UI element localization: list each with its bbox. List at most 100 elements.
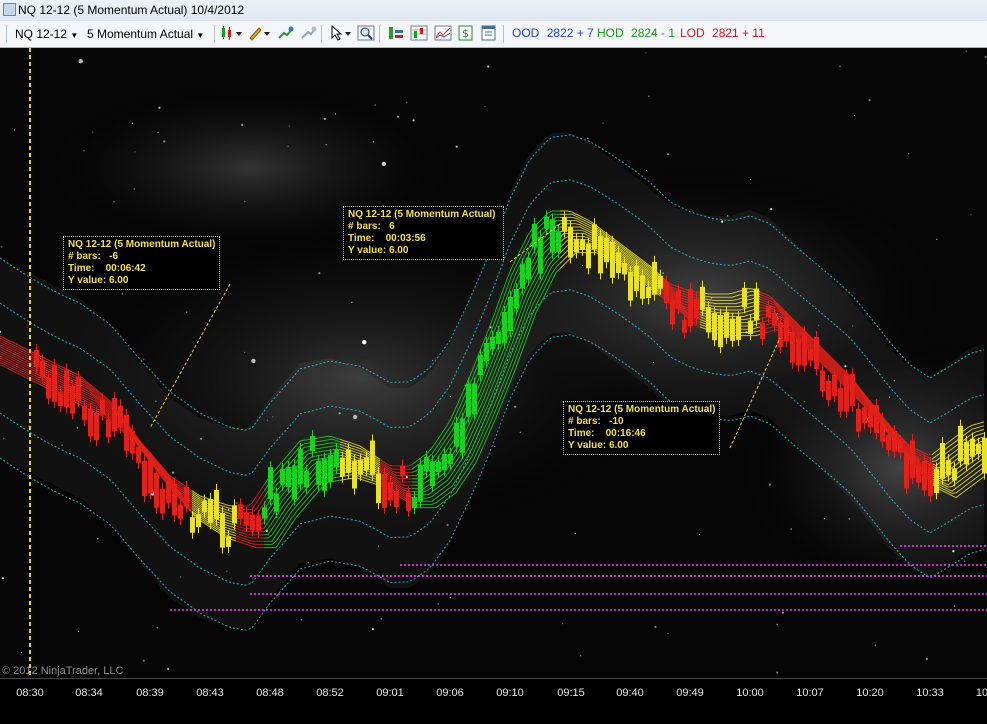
candle-body: [364, 457, 369, 471]
star: [371, 628, 374, 631]
star: [134, 151, 136, 153]
candle-body: [730, 318, 735, 341]
price-chart-panel[interactable]: [0, 48, 987, 678]
callout-y-value: 6.00: [388, 245, 409, 256]
time-tick: 10:00: [736, 687, 764, 699]
time-tick: 09:49: [676, 687, 704, 699]
star: [300, 619, 302, 621]
star: [645, 169, 648, 171]
time-tick: 10: [975, 687, 987, 699]
candle-body: [862, 407, 867, 424]
candle-body: [946, 460, 951, 476]
star: [20, 651, 22, 654]
star: [698, 533, 701, 535]
time-axis[interactable]: 08:30 08:34 08:39 08:43 08:48 08:52 09:0…: [0, 678, 987, 724]
callout-bars-value: -10: [609, 416, 624, 427]
draw-tool-button[interactable]: [246, 24, 272, 45]
draw-pencil-icon: [249, 27, 270, 41]
star: [874, 644, 876, 646]
callout-y-label: Y value:: [348, 245, 387, 256]
measure-callout-1[interactable]: NQ 12-12 (5 Momentum Actual) # bars: -6 …: [63, 236, 221, 290]
instrument-selector[interactable]: NQ 12-12 ▼: [14, 24, 79, 45]
candle-body: [970, 438, 975, 457]
candle-body: [922, 461, 927, 491]
lod-label: LOD: [680, 26, 705, 40]
strategies-button[interactable]: [298, 24, 318, 45]
star: [157, 131, 159, 133]
chevron-down-icon: ▼: [196, 31, 205, 40]
candle-body: [832, 375, 837, 397]
time-tick: 08:43: [196, 687, 224, 699]
time-tick: 09:06: [436, 687, 464, 699]
star: [142, 659, 145, 662]
zoom-icon: [357, 25, 375, 41]
data-box-button[interactable]: [386, 24, 406, 45]
candle-body: [304, 470, 309, 488]
time-tick: 08:30: [16, 687, 44, 699]
candle-body: [754, 288, 759, 321]
candle-body: [760, 323, 765, 340]
period-selector[interactable]: 5 Momentum Actual ▼: [86, 24, 205, 45]
app-icon: [3, 3, 16, 16]
measure-callout-2[interactable]: NQ 12-12 (5 Momentum Actual) # bars: 6 T…: [343, 206, 505, 260]
callout-time-label: Time:: [348, 233, 375, 244]
bar-type-button[interactable]: [219, 24, 245, 45]
candle-body: [370, 440, 375, 475]
properties-button[interactable]: [480, 24, 498, 45]
indicator-icon: [278, 26, 294, 39]
candle-body: [652, 261, 657, 295]
time-tick: 10:20: [856, 687, 884, 699]
candle-body: [718, 314, 723, 348]
ood-value: 2822 + 7: [546, 26, 594, 40]
candle-body: [40, 360, 45, 378]
chevron-down-icon: ▼: [70, 31, 79, 40]
indicators-button[interactable]: [276, 24, 296, 45]
candle-body: [484, 343, 489, 361]
order-button[interactable]: $: [457, 24, 475, 45]
chart-style-button[interactable]: [409, 24, 429, 45]
candle-body: [430, 461, 435, 487]
star: [514, 405, 517, 408]
star: [768, 483, 772, 486]
candle-body: [352, 460, 357, 489]
time-tick: 09:15: [557, 687, 585, 699]
candle-body: [148, 458, 153, 494]
star: [288, 125, 290, 127]
star: [133, 188, 135, 190]
zoom-button[interactable]: [356, 24, 376, 45]
star: [580, 655, 582, 657]
time-tick: 08:52: [316, 687, 344, 699]
candle-body: [220, 512, 225, 548]
candle-body: [64, 369, 69, 408]
measure-callout-3[interactable]: NQ 12-12 (5 Momentum Actual) # bars: -10…: [563, 401, 721, 455]
star: [853, 114, 856, 117]
star: [562, 623, 564, 625]
callout-bars-label: # bars:: [348, 221, 381, 232]
line-chart-icon: [434, 25, 452, 41]
candle-body: [154, 472, 159, 508]
candle-body: [700, 286, 705, 310]
star: [776, 671, 779, 674]
cursor-button[interactable]: [328, 24, 354, 45]
candle-body: [298, 449, 303, 485]
line-chart-button[interactable]: [433, 24, 453, 45]
candle-body: [244, 512, 249, 526]
star: [823, 518, 826, 520]
star: [749, 178, 752, 181]
dollar-icon: $: [458, 25, 473, 41]
star: [78, 630, 80, 633]
star: [484, 106, 486, 108]
star: [587, 137, 589, 139]
star: [380, 618, 382, 620]
candle-body: [412, 496, 417, 509]
candle-body: [820, 370, 825, 392]
toolbar-grip: [6, 25, 7, 43]
candle-body: [208, 499, 213, 524]
star: [113, 201, 115, 203]
star: [334, 113, 337, 115]
candle-body: [112, 398, 117, 431]
candle-body: [70, 386, 75, 414]
candle-body: [976, 443, 981, 454]
star: [374, 104, 376, 106]
callout-y-label: Y value:: [68, 275, 107, 286]
